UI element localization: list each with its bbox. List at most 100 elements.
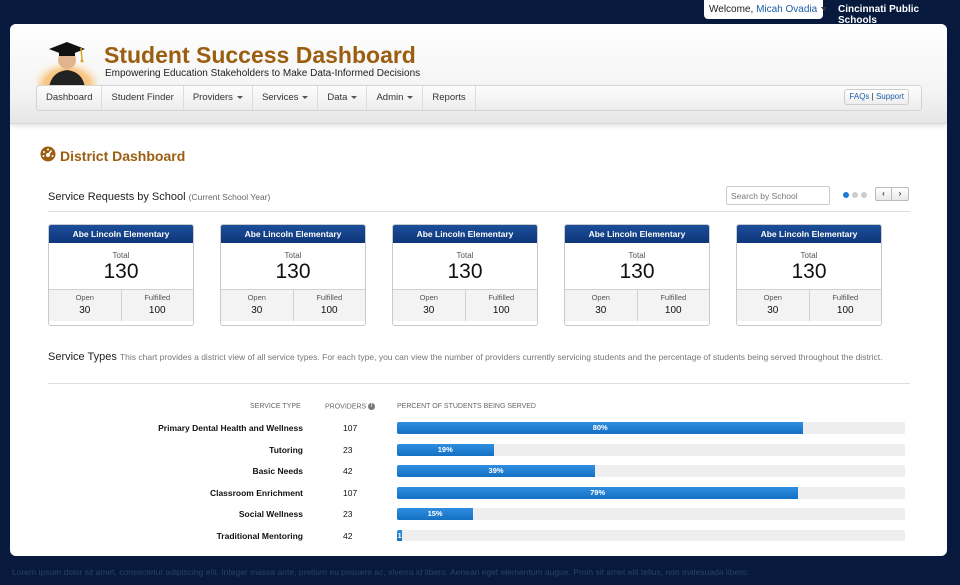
school-card[interactable]: Abe Lincoln Elementary Total 130 Open 30 Fulf… [220,224,366,326]
total-value: 130 [275,260,311,283]
school-card[interactable]: Abe Lincoln Elementary Total 130 Open 30 Fulf… [736,224,882,326]
percent-bar-track: 1 [397,529,905,541]
school-name: Abe Lincoln Elementary [393,225,537,243]
service-type-name: Tutoring [269,444,303,455]
fulfilled-value: 100 [320,305,338,316]
col-header-providers: PROVIDERS i [325,403,376,410]
carousel-dot[interactable] [861,192,867,198]
fulfilled-label: Fulfilled [660,293,687,302]
total-label: Total [800,251,818,260]
user-name: Micah Ovadia [756,4,818,15]
service-types-header: Service Types This chart provides a dist… [48,351,910,364]
card-footer: Open 30 Fulfilled 100 [565,289,709,321]
service-types-table: Primary Dental Health and Wellness 107 80%… [10,418,947,541]
chevron-down-icon [821,7,828,12]
percent-bar-track: 39% [397,465,905,477]
info-icon[interactable]: i [368,403,376,410]
total-label: Total [628,251,646,260]
percent-bar: 19% [397,443,494,456]
nav-label: Providers [192,92,233,103]
table-row: Primary Dental Health and Wellness 107 80% [10,418,947,440]
fulfilled-cell: Fulfilled 100 [466,290,538,321]
header: Student Success Dashboard Empowering Edu… [10,24,947,124]
help-links: FAQs | Support [844,89,909,105]
percent-bar: 39% [397,465,596,477]
open-label: Open [75,293,94,302]
welcome-user-menu[interactable]: Welcome, Micah Ovadia [704,0,828,19]
service-type-name: Traditional Mentoring [216,530,303,541]
nav-admin[interactable]: Admin [367,86,424,110]
next-button[interactable]: › [892,187,909,201]
providers-count: 42 [343,466,353,476]
providers-count: 23 [343,444,353,455]
chevron-down-icon [407,95,414,99]
open-label: Open [591,293,610,302]
total-label: Total [284,251,302,260]
carousel-dot[interactable] [852,192,858,198]
support-link[interactable]: Support [876,92,904,101]
open-label: Open [763,293,782,302]
school-cards: Abe Lincoln Elementary Total 130 Open 30 Fulf… [48,224,882,326]
top-strip: Welcome, Micah Ovadia Cincinnati Public … [0,0,960,26]
nav-services[interactable]: Services [253,86,319,110]
school-card[interactable]: Abe Lincoln Elementary Total 130 Open 30 Fulf… [564,224,710,326]
graduate-cap-icon [35,36,99,98]
requests-subtitle: (Current School Year) [188,192,271,202]
main-nav: Dashboard Student Finder Providers Servi… [36,85,922,111]
school-name: Abe Lincoln Elementary [221,225,365,243]
dashboard-gauge-icon [40,146,56,165]
footer-text: Lorem ipsum dolor sit amet, consectetur … [12,567,750,577]
nav-label: Dashboard [46,92,93,103]
fulfilled-value: 100 [148,305,166,316]
nav-reports[interactable]: Reports [423,86,476,110]
table-row: Classroom Enrichment 107 79% [10,483,947,505]
fulfilled-cell: Fulfilled 100 [294,290,366,321]
percent-bar: 1 [397,529,403,541]
org-name[interactable]: Cincinnati Public Schools [838,4,960,26]
service-type-name: Primary Dental Health and Wellness [158,423,303,433]
school-name: Abe Lincoln Elementary [565,225,709,243]
nav-label: Reports [432,92,466,103]
page-title: District Dashboard [40,146,185,165]
percent-bar-track: 79% [397,486,905,499]
total-label: Total [112,251,130,260]
service-types-title: Service Types [48,351,117,363]
nav-dashboard[interactable]: Dashboard [37,86,103,110]
carousel-dot[interactable] [843,192,849,198]
open-value: 30 [251,305,263,316]
percent-bar: 80% [397,422,804,434]
providers-count: 42 [343,530,353,541]
faqs-link[interactable]: FAQs [849,92,869,101]
fulfilled-label: Fulfilled [832,293,859,302]
card-footer: Open 30 Fulfilled 100 [737,289,881,321]
page-title-text: District Dashboard [60,147,186,164]
percent-bar-track: 80% [397,422,905,434]
nav-student-finder[interactable]: Student Finder [102,86,184,110]
school-name: Abe Lincoln Elementary [49,225,193,243]
school-card[interactable]: Abe Lincoln Elementary Total 130 Open 30 Fulf… [392,224,538,326]
school-search-input[interactable] [726,186,830,205]
welcome-label: Welcome, [709,4,754,15]
total-label: Total [456,251,474,260]
table-row: Tutoring 23 19% [10,440,947,462]
school-card[interactable]: Abe Lincoln Elementary Total 130 Open 30 Fulf… [48,224,194,326]
percent-bar-track: 19% [397,443,905,456]
nav-providers[interactable]: Providers [184,86,253,110]
main-panel: Student Success Dashboard Empowering Edu… [10,24,947,556]
nav-data[interactable]: Data [318,86,368,110]
app-title: Student Success Dashboard [104,42,416,68]
percent-bar: 15% [397,508,474,520]
prev-button[interactable]: ‹ [875,187,892,201]
requests-title: Service Requests by School [48,191,186,203]
open-value: 30 [423,305,435,316]
percent-bar: 79% [397,486,799,499]
table-row: Basic Needs 42 39% [10,461,947,483]
fulfilled-value: 100 [836,305,854,316]
open-value: 30 [79,305,91,316]
divider [48,211,910,212]
carousel-pager: ‹ › [875,187,909,201]
total-value: 130 [619,260,655,283]
open-value: 30 [767,305,779,316]
open-value: 30 [595,305,607,316]
open-cell: Open 30 [565,290,638,321]
